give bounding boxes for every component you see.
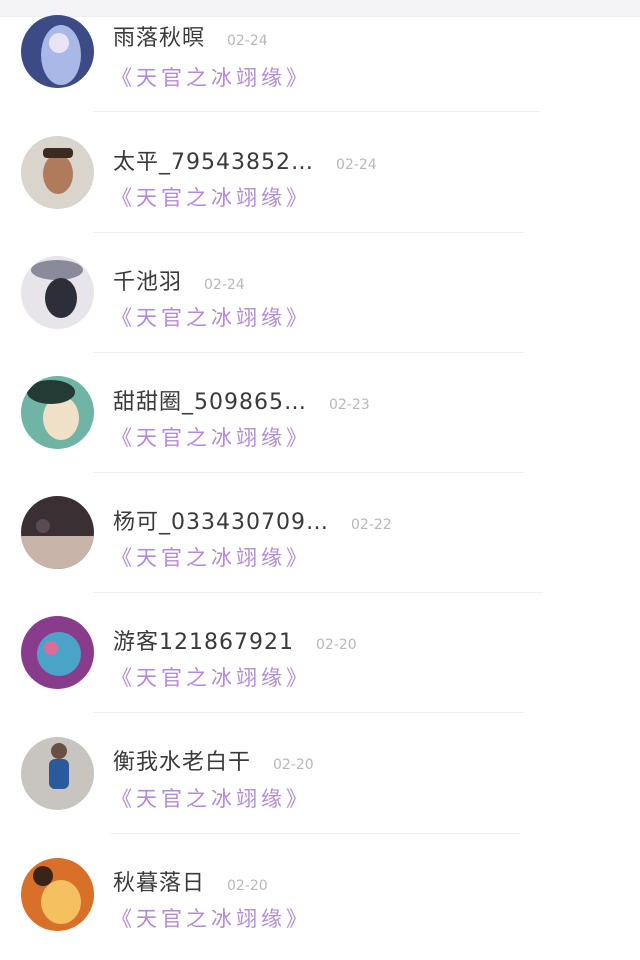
comment-date: 02-24: [335, 157, 377, 173]
list-item[interactable]: 游客121867921 02-20 《天官之冰翊缘》: [0, 600, 640, 720]
avatar[interactable]: [21, 376, 94, 449]
list-item[interactable]: 千池羽 02-24 《天官之冰翊缘》: [0, 240, 640, 360]
username[interactable]: 杨可_033430709…: [113, 510, 329, 535]
username[interactable]: 雨落秋暝: [113, 26, 205, 51]
username[interactable]: 游客121867921: [113, 630, 294, 655]
username[interactable]: 甜甜圈_509865…: [113, 390, 307, 415]
avatar[interactable]: [21, 496, 94, 569]
avatar[interactable]: [21, 136, 94, 209]
comment-date: 02-20: [273, 757, 314, 773]
list-item[interactable]: 太平_79543852… 02-24 《天官之冰翊缘》: [0, 120, 640, 240]
book-title[interactable]: 《天官之冰翊缘》: [111, 783, 311, 813]
comment-date: 02-20: [315, 637, 357, 653]
list-item[interactable]: 甜甜圈_509865… 02-23 《天官之冰翊缘》: [0, 360, 640, 480]
avatar[interactable]: [21, 256, 94, 329]
divider: [93, 352, 525, 353]
book-title[interactable]: 《天官之冰翊缘》: [111, 182, 311, 212]
book-title[interactable]: 《天官之冰翊缘》: [111, 62, 311, 92]
list-item[interactable]: 秋暮落日 02-20 《天官之冰翊缘》: [0, 840, 640, 960]
book-title[interactable]: 《天官之冰翊缘》: [111, 662, 311, 692]
book-title[interactable]: 《天官之冰翊缘》: [111, 302, 311, 332]
comment-date: 02-24: [227, 33, 268, 49]
divider: [93, 712, 525, 713]
book-title[interactable]: 《天官之冰翊缘》: [111, 903, 311, 933]
avatar[interactable]: [21, 616, 94, 689]
divider: [93, 111, 540, 112]
avatar[interactable]: [21, 15, 94, 88]
divider: [93, 592, 543, 593]
divider: [93, 472, 525, 473]
comment-date: 02-23: [328, 397, 370, 413]
username[interactable]: 太平_79543852…: [113, 150, 314, 175]
divider: [93, 232, 525, 233]
username[interactable]: 衡我水老白干: [113, 750, 251, 775]
comment-date: 02-20: [227, 878, 268, 894]
comment-list: 雨落秋暝 02-24 《天官之冰翊缘》 太平_79543852… 02-24 《天官…: [0, 0, 640, 943]
comment-date: 02-24: [204, 277, 245, 293]
list-item[interactable]: 雨落秋暝 02-24 《天官之冰翊缘》: [0, 0, 640, 120]
book-title[interactable]: 《天官之冰翊缘》: [111, 422, 311, 452]
avatar[interactable]: [21, 737, 94, 810]
comment-date: 02-22: [350, 517, 392, 533]
username[interactable]: 秋暮落日: [113, 871, 205, 896]
list-item[interactable]: 杨可_033430709… 02-22 《天官之冰翊缘》: [0, 480, 640, 600]
divider: [110, 833, 520, 834]
list-item[interactable]: 衡我水老白干 02-20 《天官之冰翊缘》: [0, 720, 640, 840]
avatar[interactable]: [21, 858, 94, 931]
book-title[interactable]: 《天官之冰翊缘》: [111, 542, 311, 572]
username[interactable]: 千池羽: [113, 270, 182, 295]
